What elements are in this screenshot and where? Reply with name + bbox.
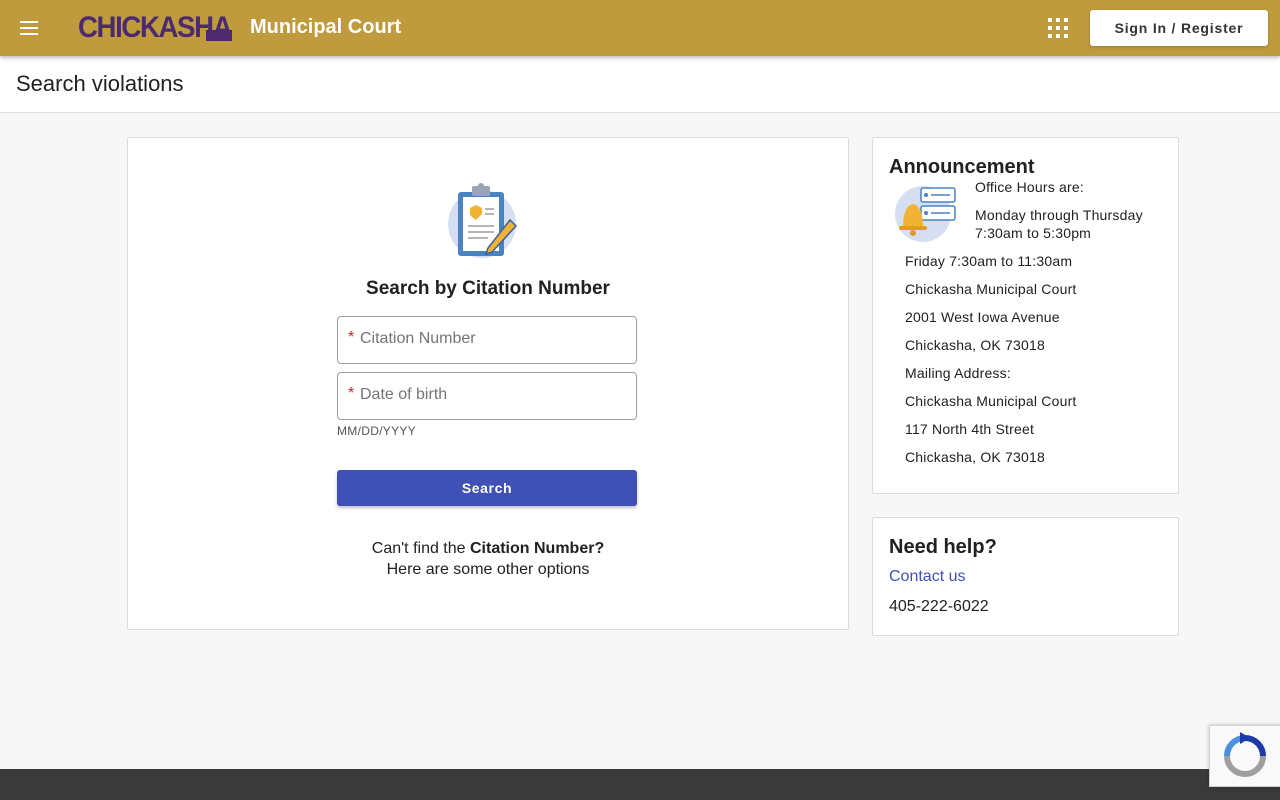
announcement-line: Chickasha, OK 73018: [905, 449, 1045, 465]
dob-format-hint: MM/DD/YYYY: [337, 424, 417, 438]
recaptcha-icon: [1224, 732, 1266, 777]
required-marker: *: [348, 329, 355, 346]
announcement-line: Chickasha Municipal Court: [905, 281, 1077, 297]
app-title: Municipal Court: [250, 16, 402, 38]
page-header: Search violations: [0, 56, 1280, 113]
apps-grid-icon[interactable]: [1046, 16, 1070, 40]
announcement-title: Announcement: [889, 156, 1035, 178]
clipboard-icon: [448, 183, 518, 258]
cant-find-bold: Citation Number?: [470, 540, 605, 557]
announcement-line: Chickasha Municipal Court: [905, 393, 1077, 409]
cant-find-text: Can't find the Citation Number? Here are…: [128, 538, 848, 580]
page-title: Search violations: [16, 71, 184, 96]
sign-in-register-button[interactable]: Sign In / Register: [1090, 10, 1268, 46]
required-marker: *: [348, 385, 355, 402]
announcement-card: Announcement Office Hours are: Monday th…: [872, 137, 1179, 494]
announcement-line: Friday 7:30am to 11:30am: [905, 253, 1073, 269]
announcement-line: Chickasha, OK 73018: [905, 337, 1045, 353]
help-title: Need help?: [889, 536, 997, 558]
recaptcha-badge[interactable]: [1209, 725, 1280, 787]
top-app-bar: CHICKASHA Municipal Court Sign In / Regi…: [0, 0, 1280, 56]
date-of-birth-input[interactable]: * Date of birth: [337, 372, 637, 420]
phone-number: 405-222-6022: [889, 598, 989, 615]
other-options-link[interactable]: Here are some other options: [387, 561, 590, 578]
cant-find-prefix: Can't find the: [371, 540, 470, 557]
search-card: Search by Citation Number * Citation Num…: [127, 137, 849, 630]
citation-number-input[interactable]: * Citation Number: [337, 316, 637, 364]
menu-icon[interactable]: [12, 12, 44, 44]
announcement-line: 7:30am to 5:30pm: [975, 225, 1092, 241]
announcement-line: 117 North 4th Street: [905, 421, 1035, 437]
footer: [0, 769, 1280, 800]
bell-icon: [895, 186, 956, 242]
logo-mark: [206, 30, 232, 41]
announcement-line: Office Hours are:: [975, 179, 1084, 195]
announcement-line: 2001 West Iowa Avenue: [905, 309, 1060, 325]
announcement-line: Mailing Address:: [905, 365, 1011, 381]
help-card: Need help? Contact us 405-222-6022: [872, 517, 1179, 636]
contact-us-link[interactable]: Contact us: [889, 568, 965, 586]
citation-number-placeholder: Citation Number: [360, 330, 476, 347]
search-button[interactable]: Search: [337, 470, 637, 506]
date-of-birth-placeholder: Date of birth: [360, 386, 448, 403]
announcement-line: Monday through Thursday: [975, 207, 1143, 223]
search-heading: Search by Citation Number: [366, 278, 610, 299]
